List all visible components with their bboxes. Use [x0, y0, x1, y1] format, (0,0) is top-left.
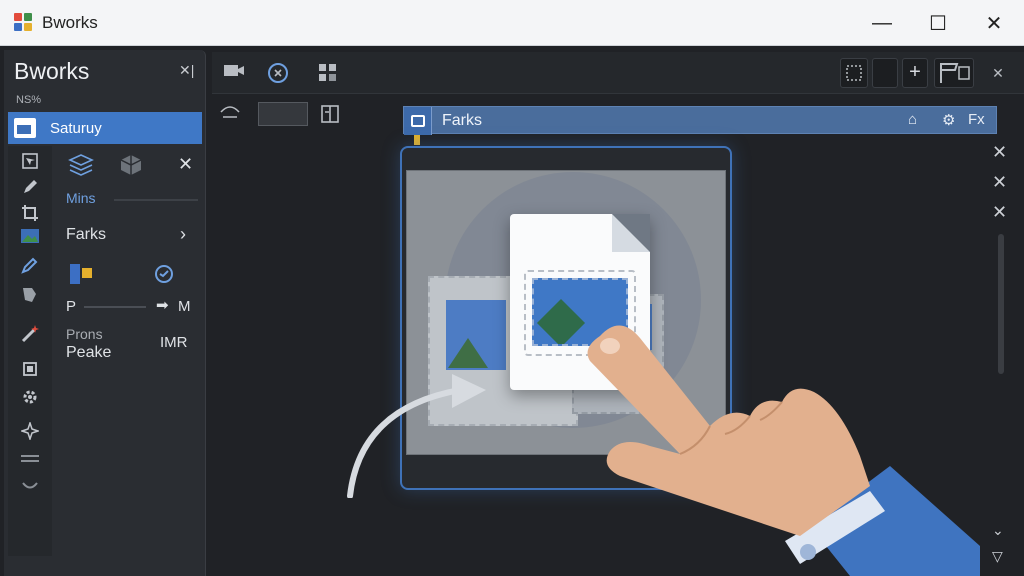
fx-label[interactable]: Fx	[968, 111, 985, 128]
puzzle-icon[interactable]	[68, 262, 96, 291]
app-workspace: Bworks ✕| NS% Saturuy ✕ Mins Farks › P ➡…	[0, 46, 1024, 576]
farks-row-label[interactable]: Farks	[66, 226, 106, 244]
row-close-icon[interactable]: ✕	[178, 154, 193, 175]
grid-tool-icon[interactable]	[316, 62, 340, 84]
maximize-button[interactable]: ☐	[918, 8, 958, 38]
split-icon[interactable]	[318, 104, 342, 126]
chevron-right-icon[interactable]: ›	[180, 224, 186, 245]
close-button[interactable]: ✕	[974, 8, 1014, 38]
arrow-right-icon: ➡	[156, 297, 169, 314]
pointing-hand-icon	[587, 325, 980, 576]
window-titlebar: Bworks — ☐ ✕	[0, 0, 1024, 46]
main-toolbar: + ✕	[212, 52, 1024, 94]
layers-stack-icon[interactable]	[68, 154, 94, 181]
selected-item[interactable]: Saturuy	[8, 112, 202, 144]
minimize-button[interactable]: —	[862, 8, 902, 38]
scroll-down-icon[interactable]: ⌄	[992, 522, 1004, 539]
chevron-down-icon[interactable]	[20, 478, 40, 498]
cursor-tool-icon[interactable]	[20, 152, 40, 172]
gear-tool-icon[interactable]	[20, 388, 40, 408]
close-panel-1-icon[interactable]: ✕	[992, 142, 1007, 163]
secondary-toolbar	[212, 96, 402, 134]
prons-label: Prons	[66, 326, 103, 342]
section-label: Mins	[66, 190, 96, 206]
m-label: M	[178, 298, 191, 315]
qr-icon[interactable]	[840, 58, 868, 88]
cube-icon[interactable]	[120, 154, 142, 181]
p-slider[interactable]	[84, 306, 146, 308]
pin-marker	[414, 135, 420, 145]
image-mountain	[448, 338, 488, 368]
right-strip: ✕ ✕ ✕ ⌄ ▽	[986, 138, 1016, 574]
document-tab-header[interactable]: Farks ⌂ ⚙ Fx	[403, 106, 997, 135]
star-tool-icon[interactable]	[19, 420, 41, 442]
panel-subtitle: NS%	[16, 94, 42, 106]
image-tool-icon[interactable]	[20, 228, 40, 248]
selected-item-label: Saturuy	[50, 119, 102, 137]
magic-wand-icon[interactable]	[20, 324, 40, 344]
flag-icon[interactable]	[934, 58, 974, 88]
blank-slot[interactable]	[872, 58, 898, 88]
eyedropper-tool-icon[interactable]	[20, 256, 40, 276]
document-title: Farks	[442, 112, 482, 129]
collapse-icon[interactable]: ▽	[992, 548, 1003, 565]
document-pin-icon[interactable]	[404, 107, 432, 135]
fill-tool-icon[interactable]	[20, 284, 40, 304]
add-icon[interactable]: +	[902, 58, 928, 88]
window-title: Bworks	[42, 13, 98, 32]
gear-icon[interactable]: ⚙	[942, 111, 955, 129]
close-panel-3-icon[interactable]: ✕	[992, 202, 1007, 223]
size-field[interactable]	[258, 102, 308, 126]
tool-rail	[8, 146, 52, 556]
panel-title: Bworks	[14, 58, 90, 84]
panel-close-button[interactable]: ✕|	[179, 62, 194, 79]
peake-label: Peake	[66, 344, 112, 361]
compass-icon[interactable]	[266, 62, 290, 84]
vertical-scrollbar[interactable]	[998, 234, 1004, 374]
toolbar-close-icon[interactable]: ✕	[986, 62, 1010, 84]
document-fold	[612, 214, 650, 252]
ruler-tool-icon[interactable]	[20, 452, 40, 472]
drag-arrow-icon	[347, 374, 486, 498]
pen-tool-icon[interactable]	[20, 178, 40, 198]
image-icon	[14, 118, 36, 138]
close-panel-2-icon[interactable]: ✕	[992, 172, 1007, 193]
app-logo-icon	[14, 13, 33, 32]
expand-icon[interactable]: ⌂	[908, 111, 917, 128]
chat-icon[interactable]	[154, 264, 174, 289]
crop-tool-icon[interactable]	[20, 204, 40, 224]
imr-label: IMR	[160, 334, 188, 351]
section-divider	[114, 199, 198, 201]
camera-icon[interactable]	[222, 62, 246, 84]
left-panel: Bworks ✕| NS% Saturuy ✕ Mins Farks › P ➡…	[4, 50, 206, 576]
p-label: P	[66, 298, 77, 315]
shape-icon[interactable]	[218, 104, 242, 126]
layers-tool-icon[interactable]	[20, 360, 40, 380]
